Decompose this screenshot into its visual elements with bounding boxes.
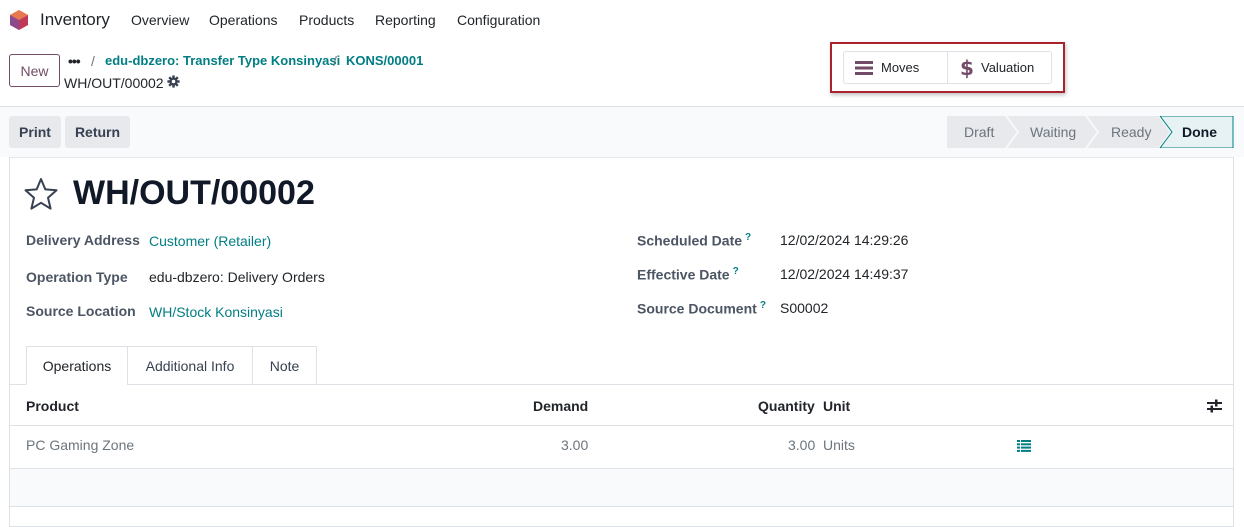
- breadcrumb-current: WH/OUT/00002: [64, 75, 164, 91]
- quantity-cell[interactable]: 3.00: [788, 437, 815, 453]
- breadcrumb-transfer-type[interactable]: edu-dbzero: Transfer Type Konsinyasi: [105, 53, 340, 68]
- dollar-icon: $: [960, 57, 973, 79]
- column-header-product[interactable]: Product: [26, 398, 79, 414]
- breadcrumb-separator: /: [333, 53, 337, 69]
- return-button[interactable]: Return: [65, 116, 130, 148]
- scheduled-date-label: Scheduled Date?: [637, 232, 752, 249]
- tab-note[interactable]: Note: [252, 346, 317, 385]
- status-ready[interactable]: Ready: [1111, 116, 1151, 148]
- list-icon: [855, 60, 873, 75]
- moves-label: Moves: [881, 60, 920, 75]
- table-header-divider: [10, 425, 1233, 426]
- column-header-quantity[interactable]: Quantity: [758, 398, 815, 414]
- scheduled-date-field[interactable]: 12/02/2024 14:29:26: [780, 232, 908, 248]
- svg-text:$: $: [960, 57, 973, 79]
- new-button[interactable]: New: [9, 54, 60, 87]
- demand-cell[interactable]: 3.00: [561, 437, 588, 453]
- print-button[interactable]: Print: [9, 116, 61, 148]
- product-cell[interactable]: PC Gaming Zone: [26, 437, 134, 453]
- settings-sliders-icon[interactable]: [1207, 399, 1222, 413]
- help-tooltip-icon[interactable]: ?: [760, 300, 766, 311]
- detail-list-icon[interactable]: [1017, 440, 1031, 452]
- app-logo-icon[interactable]: [9, 9, 29, 31]
- source-document-label: Source Document?: [637, 300, 766, 317]
- menu-products[interactable]: Products: [299, 12, 354, 28]
- menu-reporting[interactable]: Reporting: [375, 12, 436, 28]
- moves-button[interactable]: Moves: [844, 52, 947, 83]
- breadcrumb-more-button[interactable]: •••: [68, 53, 81, 69]
- control-panel: New ••• / edu-dbzero: Transfer Type Kons…: [0, 42, 1244, 107]
- table-row-divider: [10, 506, 1233, 507]
- menu-overview[interactable]: Overview: [131, 12, 189, 28]
- source-document-field[interactable]: S00002: [780, 300, 828, 316]
- breadcrumb-separator: /: [91, 53, 95, 69]
- column-header-demand[interactable]: Demand: [533, 398, 588, 414]
- valuation-button[interactable]: $ Valuation: [947, 52, 1051, 83]
- tab-additional-info[interactable]: Additional Info: [127, 346, 253, 385]
- status-draft[interactable]: Draft: [964, 116, 994, 148]
- effective-date-label: Effective Date?: [637, 266, 739, 283]
- tab-operations[interactable]: Operations: [26, 346, 128, 385]
- help-tooltip-icon[interactable]: ?: [733, 266, 739, 277]
- breadcrumb-kons[interactable]: KONS/00001: [346, 53, 423, 68]
- status-waiting[interactable]: Waiting: [1030, 116, 1076, 148]
- status-done[interactable]: Done: [1182, 116, 1217, 148]
- effective-date-field: 12/02/2024 14:49:37: [780, 266, 909, 282]
- valuation-label: Valuation: [981, 60, 1035, 75]
- menu-configuration[interactable]: Configuration: [457, 12, 540, 28]
- unit-cell[interactable]: Units: [823, 437, 855, 453]
- star-icon[interactable]: [24, 177, 58, 211]
- source-location-label: Source Location: [26, 303, 136, 319]
- empty-table-row: [10, 469, 1233, 506]
- action-bar: Print Return Draft Waiting Ready Done: [0, 107, 1244, 157]
- gear-icon[interactable]: [167, 75, 180, 88]
- top-navbar: Inventory Overview Operations Products R…: [0, 0, 1244, 42]
- column-header-unit[interactable]: Unit: [823, 398, 850, 414]
- app-name[interactable]: Inventory: [40, 10, 110, 30]
- smart-buttons: Moves $ Valuation: [843, 51, 1052, 84]
- delivery-address-field[interactable]: Customer (Retailer): [149, 233, 271, 249]
- menu-operations[interactable]: Operations: [209, 12, 277, 28]
- operation-type-field[interactable]: edu-dbzero: Delivery Orders: [149, 269, 325, 285]
- source-location-field[interactable]: WH/Stock Konsinyasi: [149, 304, 283, 320]
- record-title: WH/OUT/00002: [73, 174, 315, 212]
- delivery-address-label: Delivery Address: [26, 232, 140, 248]
- help-tooltip-icon[interactable]: ?: [745, 232, 751, 243]
- operation-type-label: Operation Type: [26, 269, 128, 285]
